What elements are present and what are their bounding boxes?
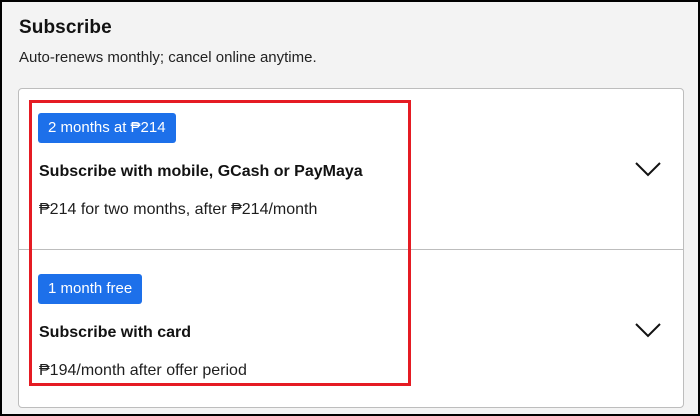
page-subtitle: Auto-renews monthly; cancel online anyti… (19, 49, 317, 66)
plan-options-card: 2 months at ₱214 Subscribe with mobile, … (18, 88, 684, 408)
page-title: Subscribe (19, 17, 112, 38)
plan-option-description: ₱194/month after offer period (39, 362, 247, 379)
plan-option-title: Subscribe with mobile, GCash or PayMaya (39, 163, 363, 180)
plan-option-title: Subscribe with card (39, 324, 192, 341)
offer-badge: 1 month free (38, 274, 143, 304)
plan-option-mobile[interactable]: 2 months at ₱214 Subscribe with mobile, … (19, 89, 683, 250)
subscribe-panel: Subscribe Auto-renews monthly; cancel on… (0, 0, 700, 416)
offer-badge: 2 months at ₱214 (38, 113, 176, 143)
plan-option-description: ₱214 for two months, after ₱214/month (39, 201, 318, 218)
plan-option-card[interactable]: 1 month free Subscribe with card ₱194/mo… (19, 250, 683, 410)
chevron-down-icon[interactable] (634, 320, 662, 340)
chevron-down-icon[interactable] (634, 159, 662, 179)
